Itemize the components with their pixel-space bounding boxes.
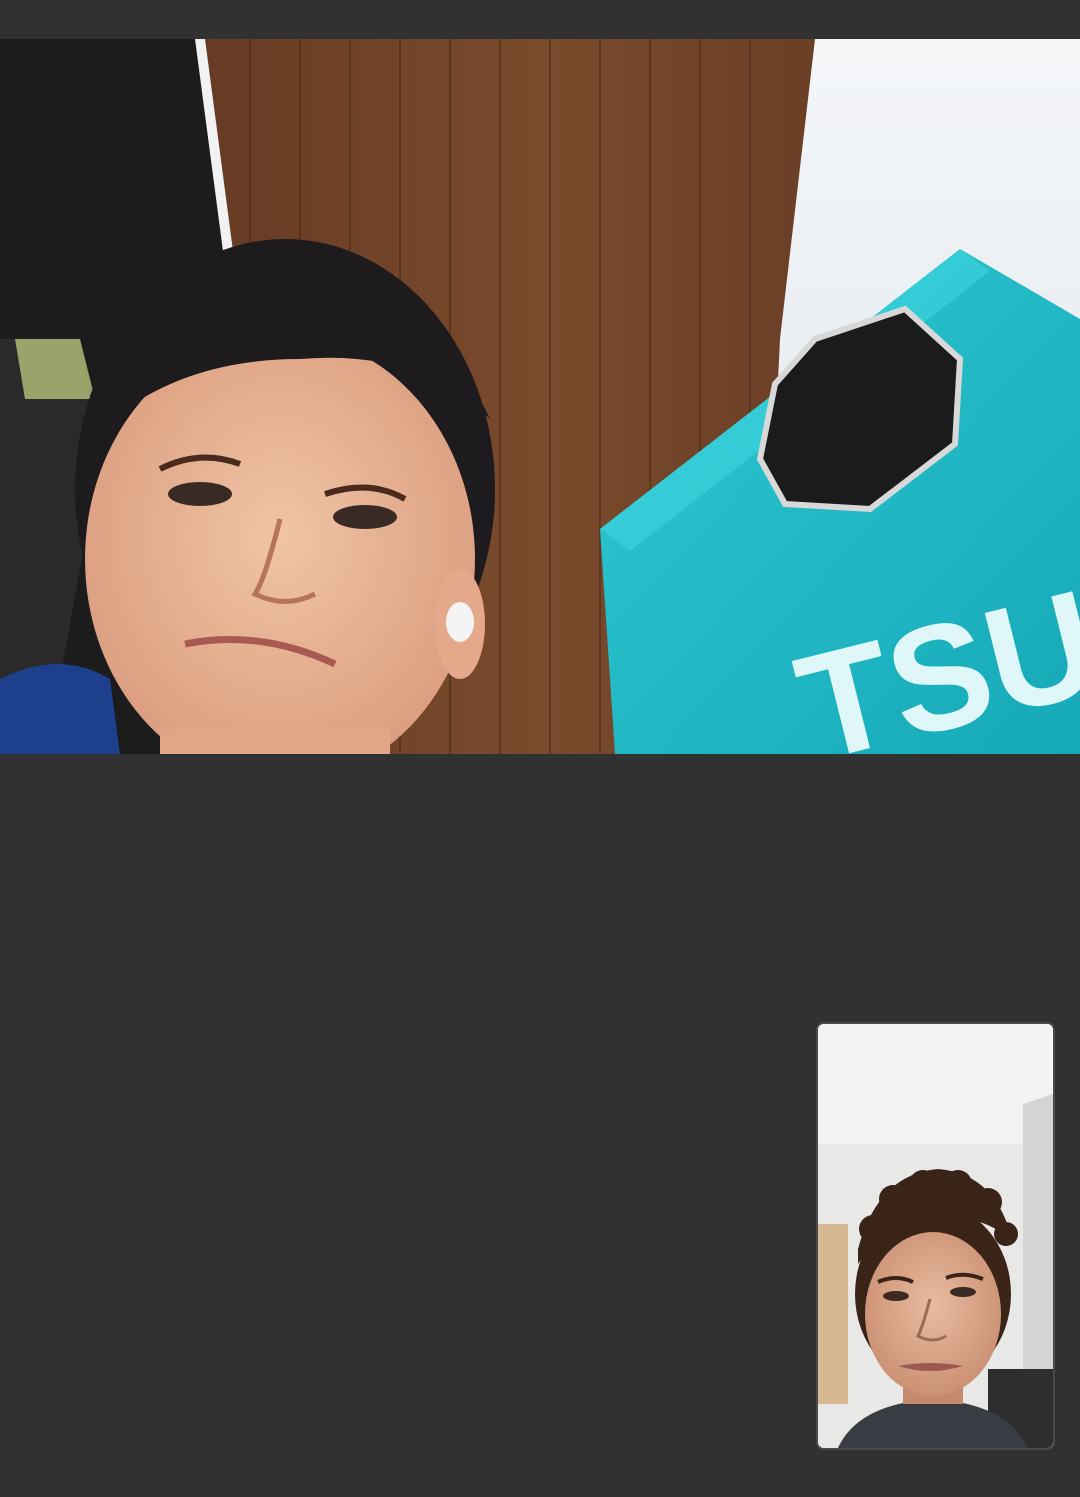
status-bar-area bbox=[0, 0, 1080, 39]
remote-participant-video[interactable]: TSU bbox=[0, 39, 1080, 754]
self-video-frame bbox=[818, 1024, 1053, 1448]
video-call-screen: TSU bbox=[0, 0, 1080, 1497]
self-preview-video[interactable] bbox=[816, 1022, 1055, 1450]
call-controls-area bbox=[0, 1467, 1080, 1497]
remote-video-frame: TSU bbox=[0, 39, 1080, 754]
